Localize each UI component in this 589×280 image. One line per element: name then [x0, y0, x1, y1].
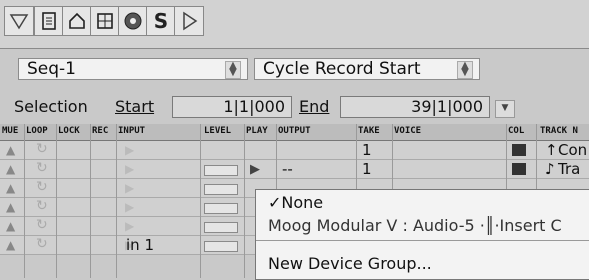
take-cell[interactable]: 1 — [362, 160, 372, 178]
mute-toggle-icon[interactable]: ▲ — [6, 200, 15, 214]
end-field[interactable]: 39|1|000 — [340, 96, 490, 118]
table-row[interactable]: ▲ ↻ ▶ 1 ↑ Con — [0, 141, 589, 160]
chevron-updown-icon: ▲ ▼ — [225, 61, 241, 79]
mute-toggle-icon[interactable]: ▲ — [6, 143, 15, 157]
col-loop[interactable]: LOOP — [26, 126, 48, 136]
column-divider — [244, 124, 245, 278]
document-icon[interactable] — [34, 6, 64, 36]
selection-row: Selection Start 1|1|000 End 39|1|000 ▼ — [0, 92, 589, 122]
record-arm-icon[interactable]: ▶ — [125, 200, 134, 214]
record-arm-icon[interactable]: ▶ — [125, 143, 134, 157]
track-icon: ♪ — [545, 160, 555, 178]
record-mode-selector[interactable]: Cycle Record Start ▲ ▼ — [254, 58, 480, 80]
col-color[interactable]: COL — [508, 126, 524, 136]
input-cell[interactable]: in 1 — [126, 236, 154, 254]
record-arm-icon[interactable]: ▶ — [125, 181, 134, 195]
col-rec[interactable]: REC — [92, 126, 108, 136]
column-divider — [116, 124, 117, 278]
chevron-down-icon[interactable]: ▼ — [495, 100, 515, 118]
triangle-down-icon[interactable] — [4, 6, 34, 36]
menu-item-new-device-group[interactable]: New Device Group... — [256, 253, 589, 275]
loop-icon[interactable]: ↻ — [36, 179, 48, 195]
start-button[interactable]: Start — [112, 96, 157, 118]
column-divider — [56, 124, 57, 278]
end-button[interactable]: End — [296, 96, 332, 118]
home-icon[interactable] — [62, 6, 92, 36]
play-triangle-icon[interactable] — [174, 6, 204, 36]
sequence-value: Seq-1 — [27, 59, 76, 79]
menu-separator — [256, 240, 589, 241]
solo-icon[interactable]: S — [146, 6, 176, 36]
take-cell[interactable]: 1 — [362, 141, 372, 159]
col-track-name[interactable]: TRACK N — [540, 126, 578, 136]
loop-icon[interactable]: ↻ — [36, 236, 48, 252]
track-name-cell[interactable]: Tra — [558, 160, 580, 178]
sequence-selector[interactable]: Seq-1 ▲ ▼ — [18, 58, 248, 80]
level-meter — [204, 165, 238, 176]
record-arm-icon[interactable]: ▶ — [125, 219, 134, 233]
loop-icon[interactable]: ↻ — [36, 160, 48, 176]
window-icon[interactable] — [90, 6, 120, 36]
track-color-swatch[interactable] — [512, 163, 526, 175]
track-icon: ↑ — [545, 141, 558, 159]
output-cell[interactable]: -- — [282, 160, 293, 178]
level-meter — [204, 241, 238, 252]
loop-icon[interactable]: ↻ — [36, 141, 48, 157]
level-meter — [204, 222, 238, 233]
table-header: MUE LOOP LOCK REC INPUT LEVEL PLAY OUTPU… — [0, 124, 589, 141]
col-level[interactable]: LEVEL — [204, 126, 231, 136]
level-meter — [204, 184, 238, 195]
column-divider — [200, 124, 201, 278]
record-arm-icon[interactable]: ▶ — [125, 162, 134, 176]
start-field[interactable]: 1|1|000 — [172, 96, 292, 118]
col-play[interactable]: PLAY — [246, 126, 268, 136]
play-icon[interactable]: ▶ — [250, 162, 260, 177]
column-divider — [90, 124, 91, 278]
record-mode-value: Cycle Record Start — [263, 59, 421, 79]
toolbar: S — [0, 0, 589, 49]
color-wheel-icon[interactable] — [118, 6, 148, 36]
column-divider — [24, 124, 25, 278]
output-popup-menu: ✓None Moog Modular V : Audio-5 ·║·Insert… — [255, 189, 589, 280]
mute-toggle-icon[interactable]: ▲ — [6, 219, 15, 233]
selection-label: Selection — [14, 97, 88, 116]
menu-item-none[interactable]: ✓None — [256, 192, 589, 214]
loop-icon[interactable]: ↻ — [36, 217, 48, 233]
track-color-swatch[interactable] — [512, 144, 526, 156]
loop-icon[interactable]: ↻ — [36, 198, 48, 214]
mute-toggle-icon[interactable]: ▲ — [6, 162, 15, 176]
col-voice[interactable]: VOICE — [394, 126, 421, 136]
track-name-cell[interactable]: Con — [558, 141, 587, 159]
chevron-updown-icon: ▲ ▼ — [457, 61, 473, 79]
mute-toggle-icon[interactable]: ▲ — [6, 181, 15, 195]
col-lock[interactable]: LOCK — [58, 126, 80, 136]
mute-toggle-icon[interactable]: ▲ — [6, 238, 15, 252]
col-take[interactable]: TAKE — [358, 126, 380, 136]
menu-item-moog-output[interactable]: Moog Modular V : Audio-5 ·║·Insert C — [256, 215, 589, 237]
selector-row: Seq-1 ▲ ▼ Cycle Record Start ▲ ▼ — [0, 48, 589, 88]
col-output[interactable]: OUTPUT — [278, 126, 311, 136]
table-row[interactable]: ▲ ↻ ▶ ▶ -- 1 ♪ Tra — [0, 160, 589, 179]
solo-label: S — [153, 9, 169, 33]
level-meter — [204, 203, 238, 214]
col-mute[interactable]: MUE — [2, 126, 18, 136]
col-input[interactable]: INPUT — [118, 126, 145, 136]
